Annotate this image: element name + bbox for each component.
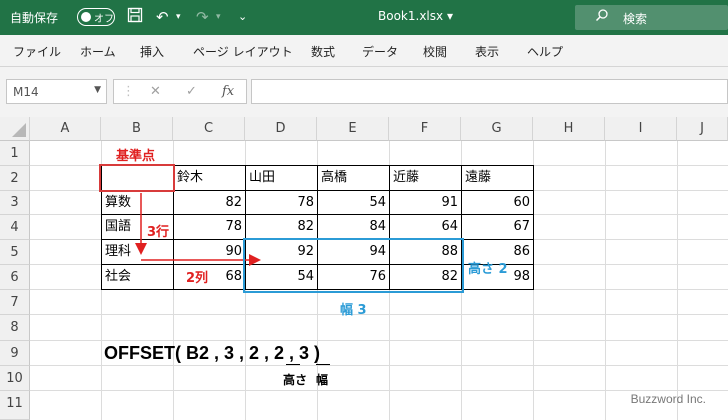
offset-formula: OFFSET( B2 , 3 , 2 , 2 , 3 ) — [104, 343, 321, 363]
tab-file[interactable]: ファイル — [13, 43, 61, 60]
height-underline — [286, 364, 300, 365]
width-arg-label: 幅 — [316, 373, 329, 387]
title-bar: 自動保存 オフ ↶ ▾ ↷ ▾ ⌄ Book1.xlsx ▾ 検索 — [0, 0, 728, 35]
tab-data[interactable]: データ — [362, 43, 398, 60]
title-dropdown-icon: ▾ — [446, 9, 453, 23]
cancel-icon[interactable]: ✕ — [150, 84, 161, 99]
watermark: Buzzword Inc. — [630, 392, 706, 406]
search-box[interactable]: 検索 — [575, 5, 728, 30]
height-arg-label: 高さ — [283, 373, 308, 387]
autosave-label: 自動保存 — [10, 11, 59, 25]
more-icon: ⋮ — [122, 84, 135, 99]
tab-insert[interactable]: 挿入 — [140, 43, 164, 60]
customize-toolbar-icon[interactable]: ⌄ — [238, 7, 247, 27]
redo-dropdown-icon[interactable]: ▾ — [216, 7, 221, 27]
search-placeholder: 検索 — [623, 12, 648, 26]
undo-icon[interactable]: ↶ — [156, 7, 169, 27]
worksheet-grid[interactable]: A B C D E F G H I J 1 2 3 4 5 6 7 8 9 10… — [0, 117, 728, 420]
insert-function-icon[interactable]: fx — [222, 84, 234, 99]
name-box-dropdown-icon[interactable]: ▼ — [94, 85, 101, 95]
cols-offset-label: 2列 — [186, 271, 209, 286]
tab-review[interactable]: 校閲 — [423, 43, 447, 60]
toggle-state: オフ — [94, 14, 114, 25]
formula-input[interactable] — [251, 79, 728, 104]
tab-page-layout[interactable]: ページ レイアウト — [193, 43, 293, 60]
undo-dropdown-icon[interactable]: ▾ — [176, 7, 181, 27]
result-range-highlight — [243, 238, 464, 293]
autosave-toggle[interactable]: オフ — [77, 8, 115, 26]
tab-help[interactable]: ヘルプ — [527, 43, 563, 60]
formula-bar: M14 ▼ ⋮ ✕ ✓ fx — [0, 67, 728, 117]
name-box-value: M14 — [13, 85, 39, 99]
width-underline — [316, 364, 330, 365]
workbook-title[interactable]: Book1.xlsx ▾ — [378, 9, 453, 23]
height-label: 高さ 2 — [468, 262, 508, 277]
width-label: 幅 3 — [340, 303, 367, 318]
enter-icon[interactable]: ✓ — [186, 84, 197, 99]
tab-view[interactable]: 表示 — [475, 43, 499, 60]
name-box[interactable]: M14 ▼ — [6, 79, 107, 104]
formula-buttons: ⋮ ✕ ✓ fx — [113, 79, 247, 104]
save-icon[interactable] — [127, 7, 143, 28]
tab-home[interactable]: ホーム — [80, 43, 116, 60]
redo-icon[interactable]: ↷ — [196, 7, 209, 27]
ribbon-tabs: ファイル ホーム 挿入 ページ レイアウト 数式 データ 校閲 表示 ヘルプ — [0, 35, 728, 67]
search-icon — [595, 8, 609, 26]
toggle-knob — [81, 12, 91, 22]
workbook-title-text: Book1.xlsx — [378, 9, 444, 23]
tab-formulas[interactable]: 数式 — [311, 43, 335, 60]
rows-offset-label: 3行 — [147, 225, 170, 240]
